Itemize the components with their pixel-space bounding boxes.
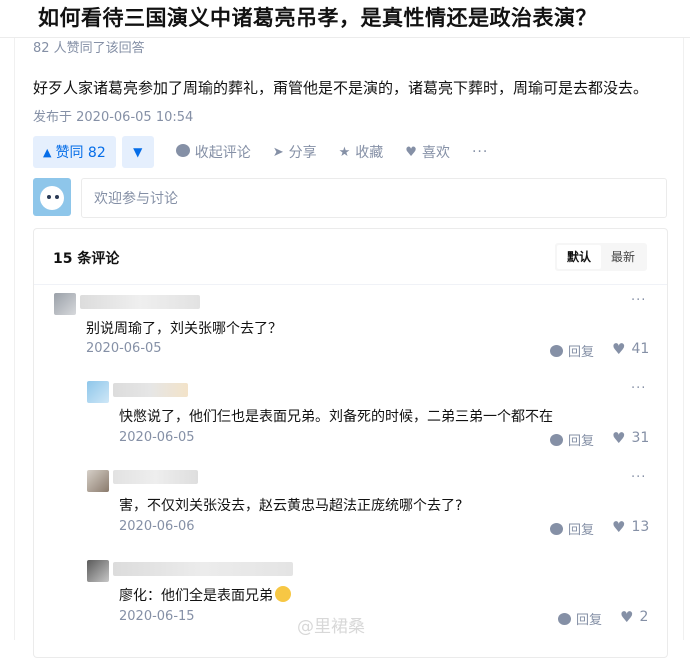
comment-more-button[interactable]: ··· — [631, 293, 646, 308]
like-label: 喜欢 — [421, 145, 450, 161]
reply-icon — [550, 522, 563, 535]
card-right-edge — [683, 38, 684, 640]
comment-like-button[interactable]: ♥ 13 — [612, 518, 649, 536]
favorite-label: 收藏 — [355, 145, 384, 161]
reply-button[interactable]: 回复 — [558, 609, 602, 628]
downvote-icon: ▼ — [133, 145, 143, 159]
avatar-face — [40, 186, 64, 210]
commenter-name-blurred[interactable] — [113, 383, 188, 397]
answer-actions: ▲ 赞同 82 ▼ 收起评论 ➤ 分享 ★ 收藏 ♥ 喜欢 ··· — [33, 136, 488, 168]
comment-input[interactable]: 欢迎参与讨论 — [81, 178, 667, 218]
reply-icon — [550, 433, 563, 446]
reply-icon — [558, 612, 571, 625]
share-button[interactable]: ➤ 分享 — [273, 142, 317, 162]
comment-date: 2020-06-05 — [86, 341, 162, 356]
like-button[interactable]: ♥ 喜欢 — [405, 142, 450, 162]
upvote-label: 赞同 82 — [55, 145, 106, 161]
publish-time[interactable]: 发布于 2020-06-05 10:54 — [33, 106, 193, 125]
upvote-icon: ▲ — [43, 145, 52, 159]
comment-more-button[interactable]: ··· — [631, 381, 646, 396]
comment-icon — [175, 143, 190, 161]
more-actions-button[interactable]: ··· — [472, 144, 488, 160]
comment-text: 害，不仅刘关张没去，赵云黄忠马超法正庞统哪个去了? — [119, 498, 463, 514]
sort-toggle: 默认 最新 — [554, 243, 647, 271]
heart-icon: ♥ — [612, 429, 626, 447]
star-icon: ★ — [338, 144, 351, 160]
reply-label: 回复 — [568, 434, 595, 449]
comment-like-count: 31 — [631, 430, 650, 446]
downvote-button[interactable]: ▼ — [121, 136, 154, 168]
sort-default-tab[interactable]: 默认 — [556, 245, 601, 269]
heart-icon: ♥ — [620, 608, 634, 626]
reply-label: 回复 — [568, 345, 595, 360]
avatar[interactable] — [54, 293, 76, 315]
comment-like-button[interactable]: ♥ 2 — [620, 608, 648, 626]
comments-header: 15 条评论 默认 最新 — [34, 229, 667, 285]
card-left-edge — [14, 38, 15, 640]
comment-text-content: 廖化：他们全是表面兄弟 — [119, 588, 273, 604]
avatar[interactable] — [87, 560, 109, 582]
comment-text: 别说周瑜了，刘关张哪个去了？ — [86, 321, 282, 337]
comment-like-count: 2 — [639, 609, 649, 625]
comments-count: 15 条评论 — [53, 251, 120, 267]
reply-button[interactable]: 回复 — [550, 341, 594, 360]
comment-text: 廖化：他们全是表面兄弟 — [119, 585, 291, 605]
watermark: @里裙桑 — [297, 617, 365, 637]
reply-icon — [550, 344, 563, 357]
reply-label: 回复 — [568, 523, 595, 538]
answer-content: 好歹人家诸葛亮参加了周瑜的葬礼，甭管他是不是演的，诸葛亮下葬时，周瑜可是去都没去… — [33, 79, 649, 97]
comment-like-button[interactable]: ♥ 41 — [612, 340, 649, 358]
avatar-eye — [47, 195, 51, 199]
comment-more-button[interactable]: ··· — [631, 470, 646, 485]
avatar[interactable] — [87, 470, 109, 492]
avatar[interactable] — [33, 178, 71, 216]
thinking-emoji-icon — [275, 586, 291, 602]
comment-date: 2020-06-05 — [119, 430, 195, 445]
reply-label: 回复 — [576, 613, 603, 628]
reply-button[interactable]: 回复 — [550, 519, 594, 538]
comment-date: 2020-06-06 — [119, 519, 195, 534]
upvote-button[interactable]: ▲ 赞同 82 — [33, 136, 116, 168]
avatar[interactable] — [87, 381, 109, 403]
commenter-name-blurred[interactable] — [113, 470, 198, 484]
reply-button[interactable]: 回复 — [550, 430, 594, 449]
comment-input-placeholder: 欢迎参与讨论 — [94, 191, 178, 207]
question-title[interactable]: 如何看待三国演义中诸葛亮吊孝，是真性情还是政治表演？ — [38, 2, 597, 32]
collapse-comments-button[interactable]: 收起评论 — [175, 142, 251, 162]
sort-latest-tab[interactable]: 最新 — [601, 245, 645, 269]
comment-like-button[interactable]: ♥ 31 — [612, 429, 649, 447]
share-label: 分享 — [288, 145, 317, 161]
comment-like-count: 13 — [631, 519, 650, 535]
question-header: 如何看待三国演义中诸葛亮吊孝，是真性情还是政治表演？ — [0, 0, 690, 38]
commenter-name-blurred[interactable] — [80, 295, 200, 309]
comments-panel: 15 条评论 默认 最新 ··· 别说周瑜了，刘关张哪个去了？ 2020-06-… — [33, 228, 668, 658]
avatar-eye — [55, 195, 59, 199]
heart-icon: ♥ — [612, 518, 626, 536]
heart-icon: ♥ — [405, 144, 417, 160]
comment-date: 2020-06-15 — [119, 609, 195, 624]
favorite-button[interactable]: ★ 收藏 — [339, 142, 384, 162]
upvote-meta: 82 人赞同了该回答 — [33, 41, 145, 56]
comment-like-count: 41 — [631, 341, 650, 357]
heart-icon: ♥ — [612, 340, 626, 358]
collapse-comments-label: 收起评论 — [194, 145, 251, 161]
commenter-name-blurred[interactable] — [113, 562, 293, 576]
share-icon: ➤ — [272, 144, 284, 160]
comment-text: 快憋说了，他们仨也是表面兄弟。刘备死的时候，二弟三弟一个都不在 — [119, 409, 553, 425]
